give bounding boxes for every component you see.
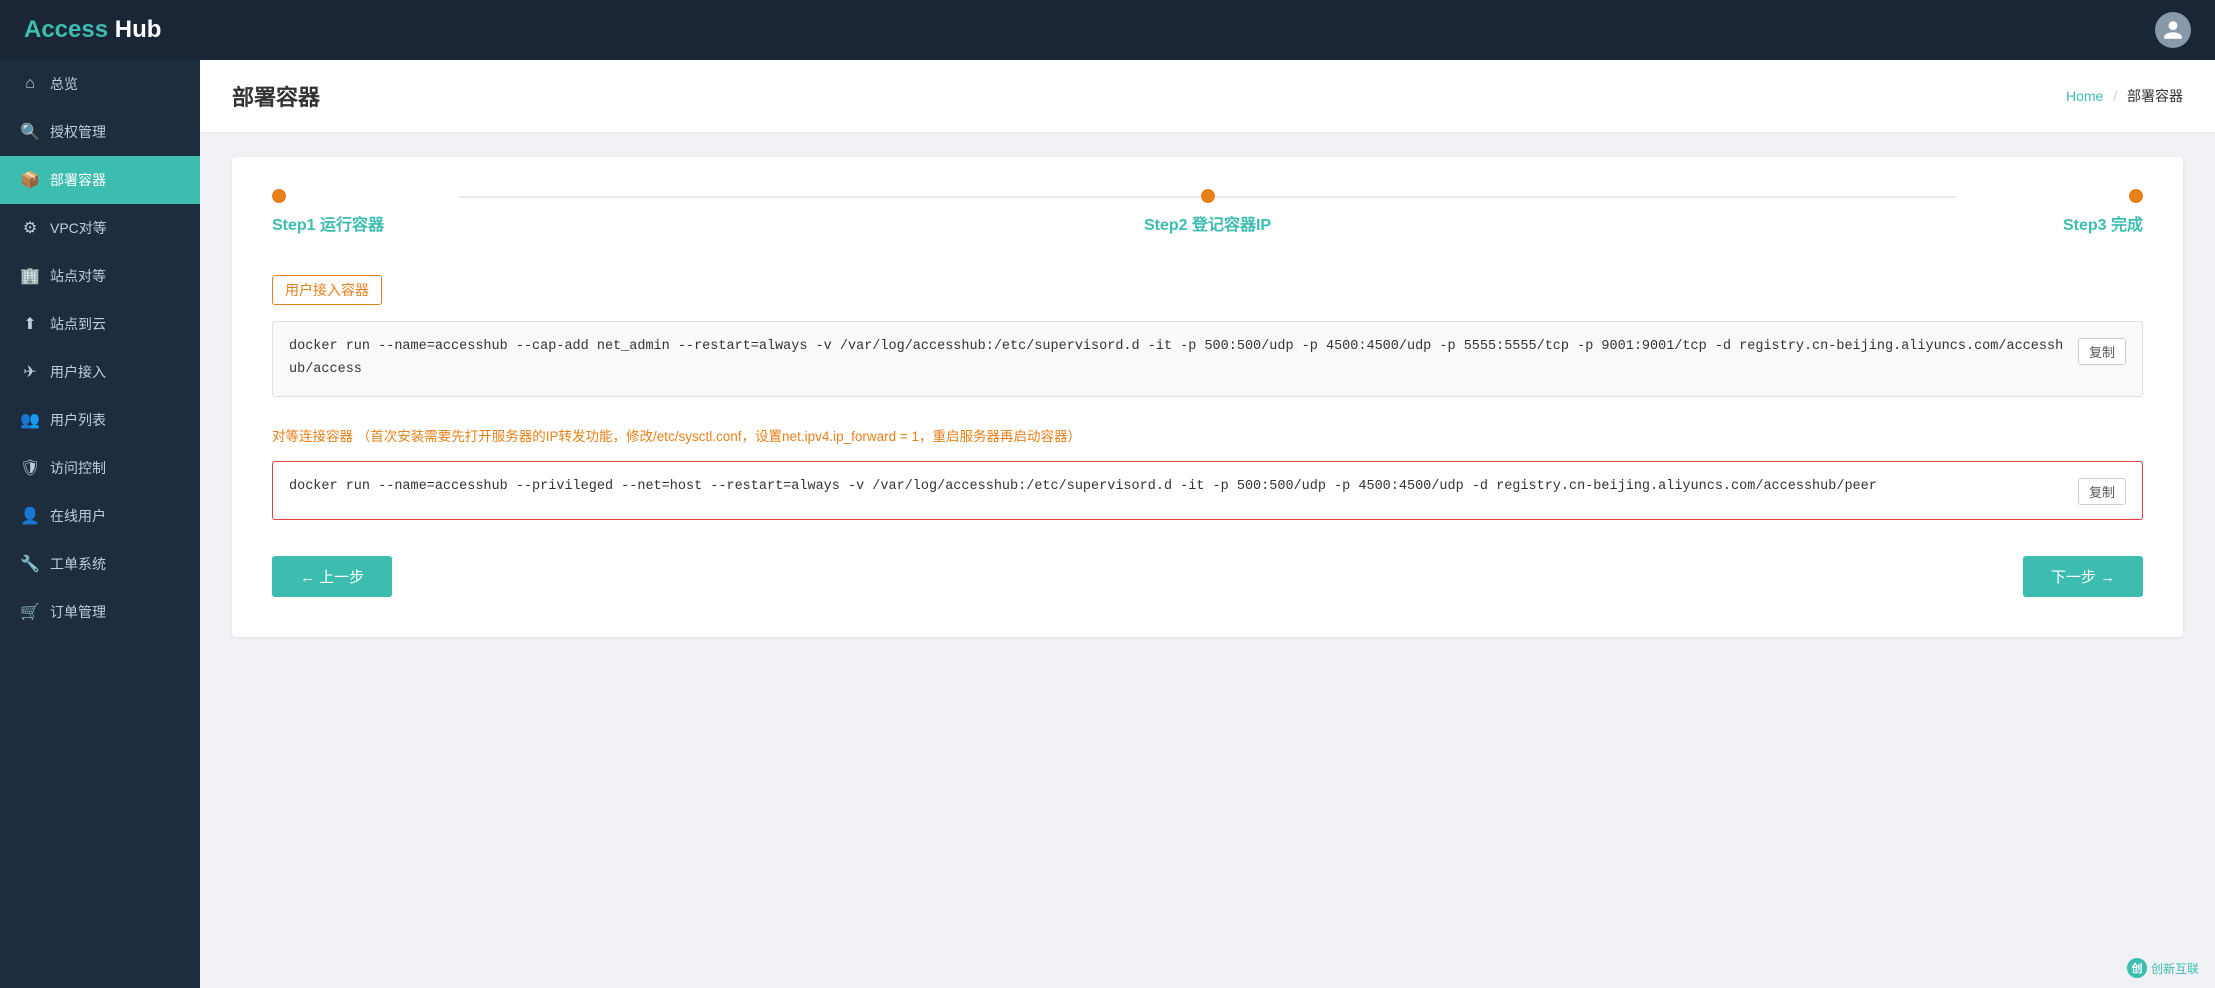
user-access-icon: ✈: [20, 362, 40, 382]
copy-user-container-btn[interactable]: 复制: [2078, 338, 2126, 365]
breadcrumb-home[interactable]: Home: [2066, 88, 2103, 104]
logo-access: Access: [24, 16, 108, 43]
breadcrumb-sep: /: [2113, 88, 2117, 104]
sidebar: ⌂ 总览 🔍 授权管理 📦 部署容器 ⚙ VPC对等 🏢 站点对等 ⬆ 站点到云…: [0, 60, 200, 988]
step1-dot: [272, 189, 286, 203]
site-peer-icon: 🏢: [20, 266, 40, 286]
app-layout: ⌂ 总览 🔍 授权管理 📦 部署容器 ⚙ VPC对等 🏢 站点对等 ⬆ 站点到云…: [0, 60, 2215, 988]
sidebar-item-auth[interactable]: 🔍 授权管理: [0, 108, 200, 156]
sidebar-label-order: 订单管理: [50, 602, 106, 622]
step3-item: Step3 完成: [1519, 189, 2143, 235]
sidebar-label-deploy: 部署容器: [50, 170, 106, 190]
main-content: 部署容器 Home / 部署容器 Step1 运行容器 Step2 登记容: [200, 60, 2215, 988]
sidebar-label-user-access: 用户接入: [50, 362, 106, 382]
access-ctrl-icon: 🛡: [20, 458, 40, 478]
next-button[interactable]: 下一步 →: [2023, 556, 2143, 597]
step2-item: Step2 登记容器IP: [896, 189, 1520, 235]
watermark-text: 创新互联: [2151, 960, 2199, 977]
online-user-icon: 👤: [20, 506, 40, 526]
app-logo: Access Hub: [24, 16, 161, 44]
page-content: Step1 运行容器 Step2 登记容器IP Step3 完成 用户接入容器 …: [200, 133, 2215, 661]
user-avatar[interactable]: [2155, 12, 2191, 48]
back-button[interactable]: ← 上一步: [272, 556, 392, 597]
sidebar-item-order[interactable]: 🛒 订单管理: [0, 588, 200, 636]
peer-note: （首次安装需要先打开服务器的IP转发功能，修改/etc/sysctl.conf，…: [357, 429, 1081, 444]
auth-icon: 🔍: [20, 122, 40, 142]
peer-container-warning: 对等连接容器 （首次安装需要先打开服务器的IP转发功能，修改/etc/sysct…: [272, 425, 2143, 445]
overview-icon: ⌂: [20, 75, 40, 93]
sidebar-item-online-user[interactable]: 👤 在线用户: [0, 492, 200, 540]
sidebar-item-vpc[interactable]: ⚙ VPC对等: [0, 204, 200, 252]
ticket-icon: 🔧: [20, 554, 40, 574]
app-header: Access Hub: [0, 0, 2215, 60]
sidebar-label-auth: 授权管理: [50, 122, 106, 142]
vpc-icon: ⚙: [20, 218, 40, 238]
order-icon: 🛒: [20, 602, 40, 622]
sidebar-label-ticket: 工单系统: [50, 554, 106, 574]
page-header: 部署容器 Home / 部署容器: [200, 60, 2215, 133]
user-container-cmd-box: docker run --name=accesshub --cap-add ne…: [272, 321, 2143, 397]
step1-item: Step1 运行容器: [272, 189, 896, 235]
user-container-label: 用户接入容器: [272, 275, 382, 305]
footer-buttons: ← 上一步 下一步 →: [272, 556, 2143, 597]
sidebar-item-overview[interactable]: ⌂ 总览: [0, 60, 200, 108]
deploy-icon: 📦: [20, 170, 40, 190]
sidebar-item-access-ctrl[interactable]: 🛡 访问控制: [0, 444, 200, 492]
sidebar-item-ticket[interactable]: 🔧 工单系统: [0, 540, 200, 588]
sidebar-item-user-access[interactable]: ✈ 用户接入: [0, 348, 200, 396]
sidebar-item-user-list[interactable]: 👥 用户列表: [0, 396, 200, 444]
logo-hub: Hub: [108, 16, 161, 43]
breadcrumb-current: 部署容器: [2127, 88, 2183, 104]
sidebar-item-site-peer[interactable]: 🏢 站点对等: [0, 252, 200, 300]
sidebar-item-site-cloud[interactable]: ⬆ 站点到云: [0, 300, 200, 348]
site-cloud-icon: ⬆: [20, 314, 40, 334]
watermark: 创 创新互联: [2127, 958, 2199, 978]
page-title: 部署容器: [232, 80, 320, 112]
sidebar-label-online-user: 在线用户: [50, 506, 106, 526]
sidebar-item-deploy[interactable]: 📦 部署容器: [0, 156, 200, 204]
sidebar-label-user-list: 用户列表: [50, 410, 106, 430]
step2-dot: [1201, 189, 1215, 203]
sidebar-label-site-cloud: 站点到云: [50, 314, 106, 334]
step1-label: Step1 运行容器: [272, 211, 384, 235]
step3-dot: [2129, 189, 2143, 203]
copy-peer-container-btn[interactable]: 复制: [2078, 478, 2126, 505]
watermark-icon: 创: [2127, 958, 2147, 978]
sidebar-label-vpc: VPC对等: [50, 218, 107, 238]
sidebar-label-site-peer: 站点对等: [50, 266, 106, 286]
breadcrumb: Home / 部署容器: [2066, 86, 2183, 106]
step2-label: Step2 登记容器IP: [1144, 211, 1271, 235]
user-icon: [2162, 19, 2184, 41]
sidebar-label-overview: 总览: [50, 74, 78, 94]
peer-container-cmd-text: docker run --name=accesshub --privileged…: [289, 476, 2066, 499]
peer-label: 对等连接容器: [272, 429, 353, 444]
steps-card: Step1 运行容器 Step2 登记容器IP Step3 完成 用户接入容器 …: [232, 157, 2183, 637]
step3-label: Step3 完成: [2063, 211, 2143, 235]
user-list-icon: 👥: [20, 410, 40, 430]
user-container-cmd-text: docker run --name=accesshub --cap-add ne…: [289, 336, 2066, 382]
peer-container-cmd-box: docker run --name=accesshub --privileged…: [272, 461, 2143, 520]
sidebar-label-access-ctrl: 访问控制: [50, 458, 106, 478]
steps-bar: Step1 运行容器 Step2 登记容器IP Step3 完成: [272, 189, 2143, 235]
